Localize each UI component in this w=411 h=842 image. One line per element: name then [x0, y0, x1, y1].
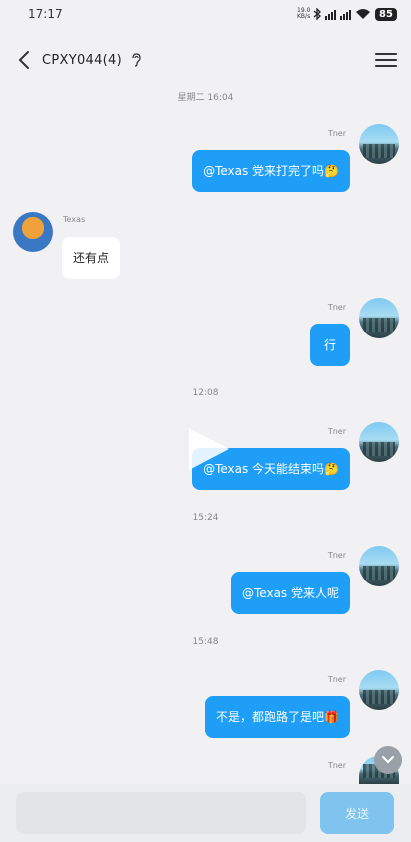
- timestamp: 12:08: [192, 388, 219, 398]
- message-bubble[interactable]: 还有点: [62, 237, 121, 279]
- signal-icon: [325, 9, 336, 20]
- status-time: 17:17: [28, 7, 63, 21]
- signal-icon-2: [340, 9, 351, 20]
- message-outgoing: Tner 行: [0, 298, 411, 368]
- battery-indicator: 85: [375, 7, 397, 21]
- message-bubble[interactable]: 不是，都跑路了是吧🎁: [205, 696, 350, 738]
- chevron-left-icon[interactable]: [14, 50, 34, 70]
- message-outgoing: Tner: [0, 756, 411, 786]
- send-button[interactable]: 发送: [320, 792, 394, 834]
- sender-name: Tner: [327, 129, 346, 138]
- menu-icon[interactable]: [375, 51, 397, 69]
- sender-name: Tner: [327, 761, 346, 770]
- sender-name: Texas: [63, 215, 86, 224]
- avatar[interactable]: [359, 670, 399, 710]
- message-bubble[interactable]: @Texas 党来打完了吗🤔: [192, 150, 350, 192]
- avatar[interactable]: [359, 422, 399, 462]
- message-bubble[interactable]: 行: [309, 324, 350, 366]
- chat-title: CPXY044(4): [42, 52, 122, 68]
- input-bar: 发送: [0, 784, 411, 842]
- timestamp: 15:24: [192, 513, 219, 523]
- avatar[interactable]: [359, 124, 399, 164]
- sender-name: Tner: [327, 427, 346, 436]
- avatar[interactable]: [359, 298, 399, 338]
- chevron-down-icon: [382, 756, 394, 764]
- avatar[interactable]: [359, 546, 399, 586]
- net-speed: 19.0 KB/s: [297, 7, 311, 20]
- message-incoming: Texas 还有点: [0, 212, 411, 282]
- scroll-down-button[interactable]: [374, 746, 402, 774]
- sender-name: Tner: [327, 303, 346, 312]
- bluetooth-icon: [313, 8, 321, 20]
- play-icon[interactable]: [189, 428, 229, 470]
- timestamp: 星期二 16:04: [177, 93, 234, 103]
- status-bar: 17:17 19.0 KB/s 85: [0, 0, 411, 28]
- message-bubble[interactable]: @Texas 党来人呢: [231, 572, 350, 614]
- sender-name: Tner: [327, 675, 346, 684]
- sender-name: Tner: [327, 551, 346, 560]
- avatar[interactable]: [13, 212, 53, 252]
- status-icons: 19.0 KB/s 85: [297, 7, 397, 21]
- message-outgoing: Tner @Texas 党来打完了吗🤔: [0, 124, 411, 194]
- message-outgoing: Tner @Texas 党来人呢: [0, 546, 411, 616]
- timestamp: 15:48: [192, 637, 219, 647]
- ear-icon[interactable]: [130, 53, 142, 67]
- message-outgoing: Tner 不是，都跑路了是吧🎁: [0, 670, 411, 740]
- wifi-icon: [356, 9, 370, 19]
- chat-header: CPXY044(4): [0, 40, 411, 80]
- message-input[interactable]: [16, 792, 306, 834]
